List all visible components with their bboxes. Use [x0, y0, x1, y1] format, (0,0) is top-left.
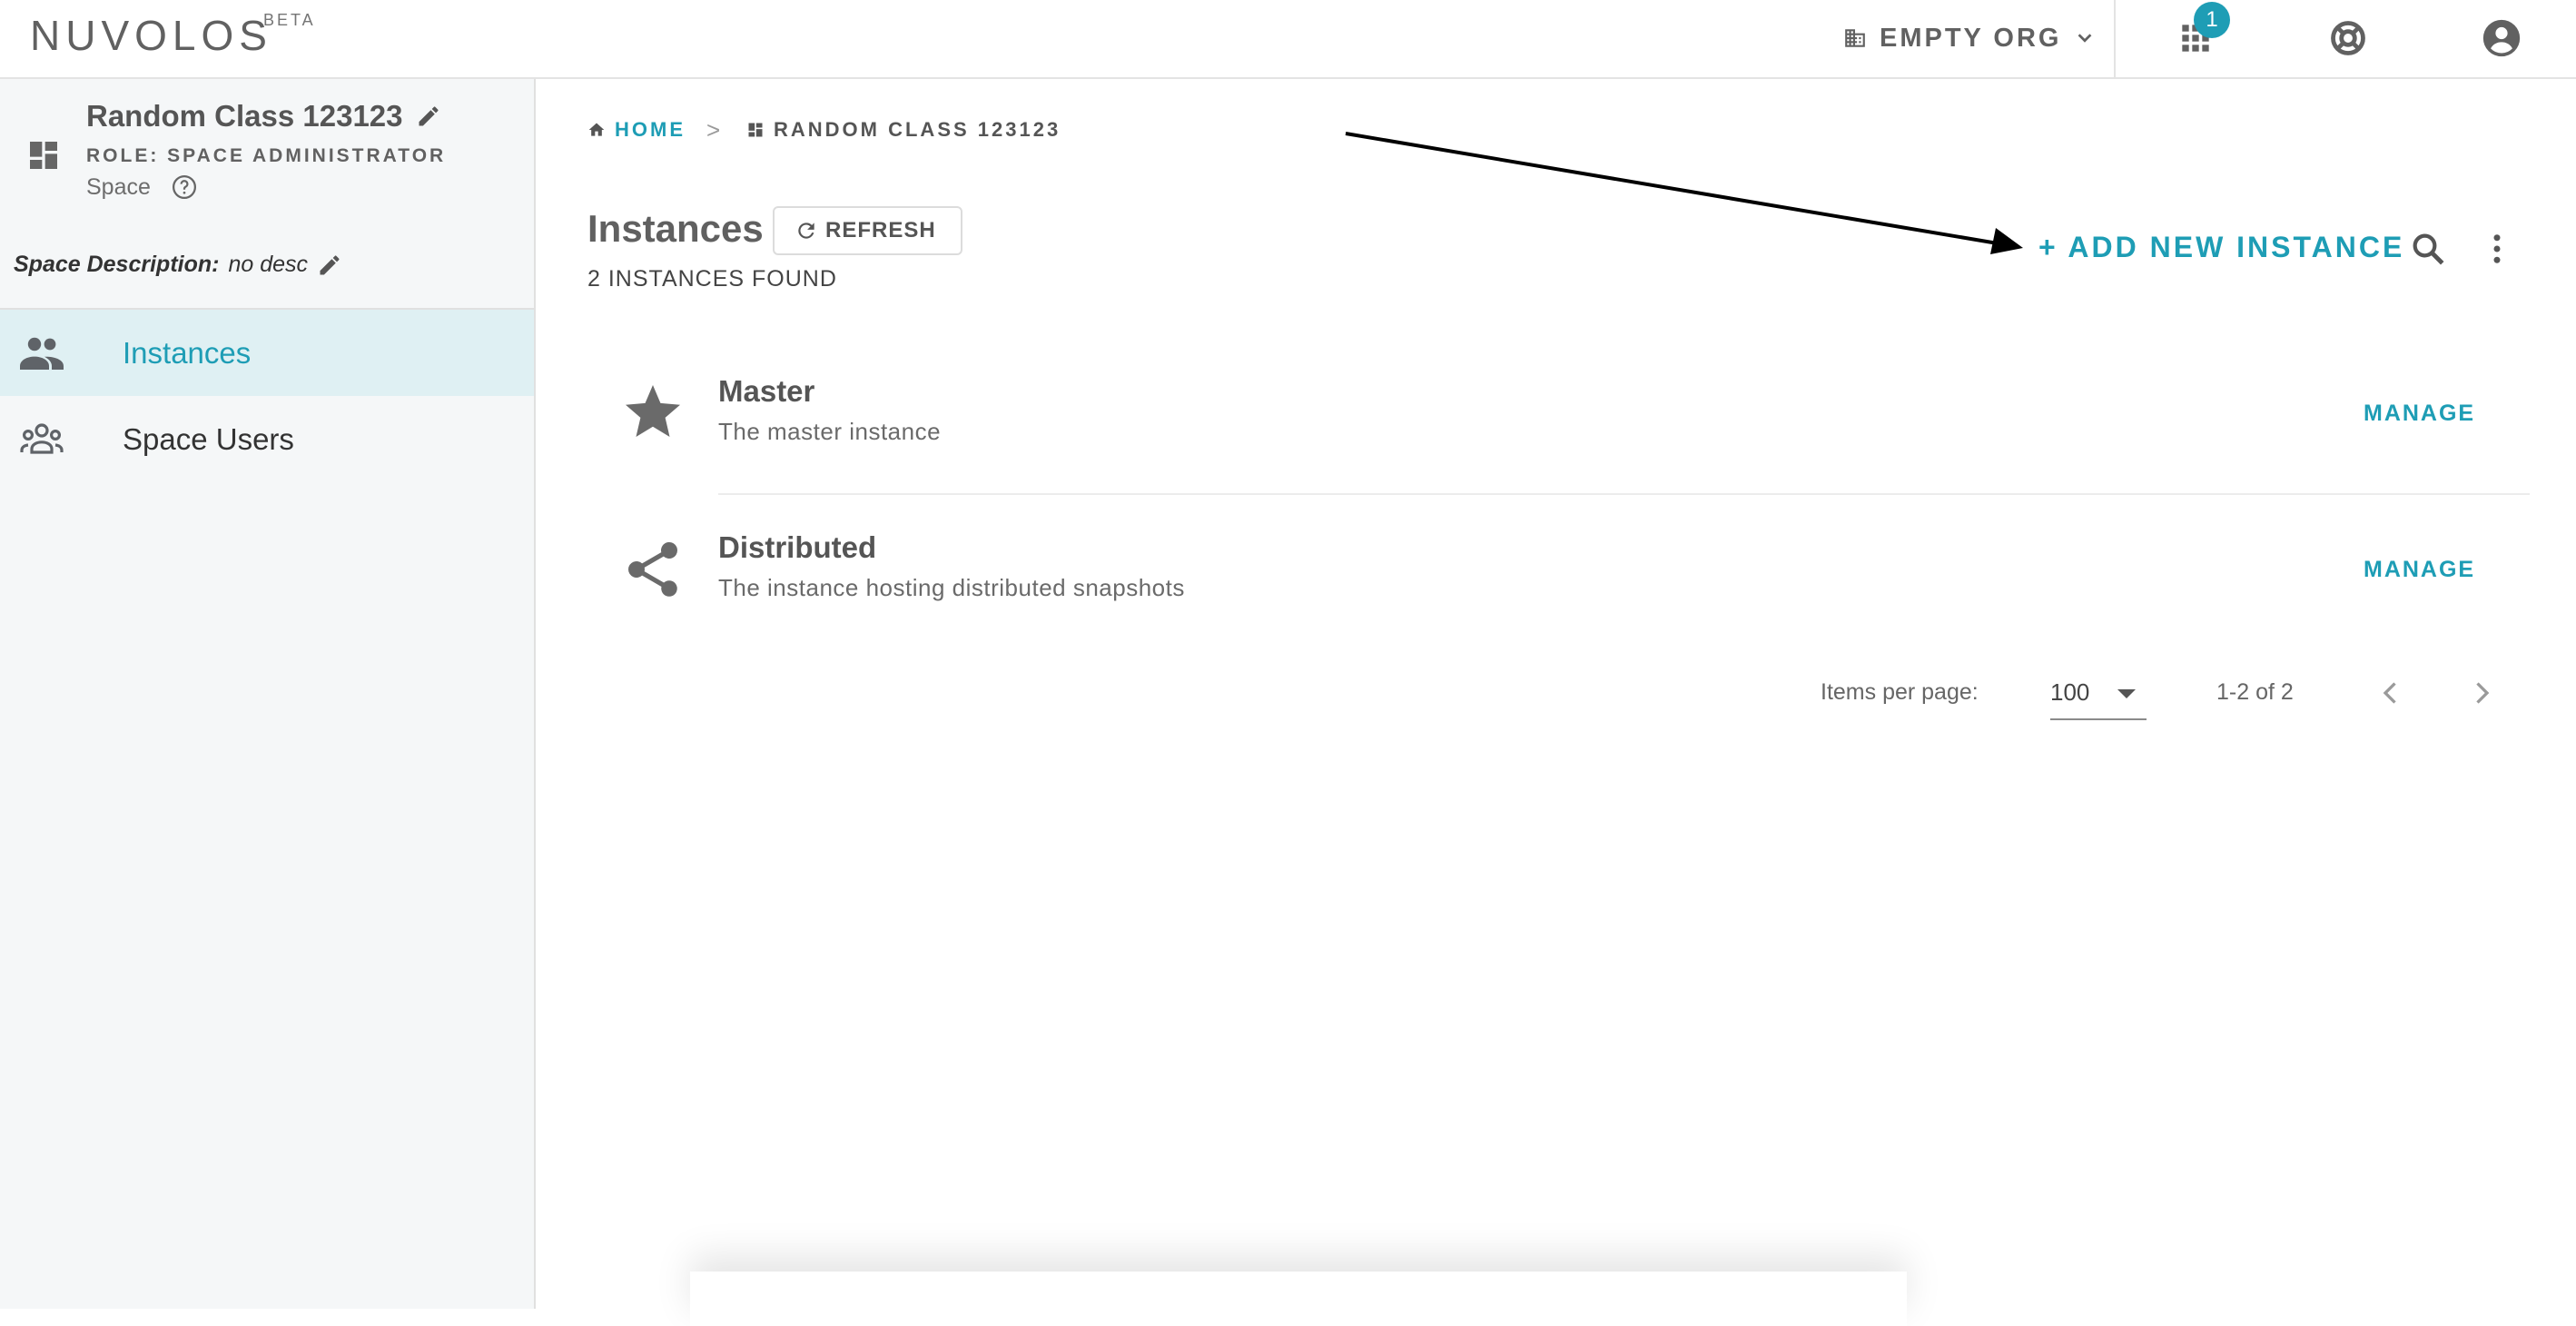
breadcrumb-current: RANDOM CLASS 123123	[746, 118, 1061, 142]
help-circle-icon[interactable]	[171, 173, 198, 201]
items-per-page-value: 100	[2050, 678, 2090, 706]
sidebar-item-label: Instances	[123, 335, 252, 370]
help-support-icon[interactable]	[2328, 18, 2368, 58]
notification-badge: 1	[2194, 2, 2230, 38]
pagination-range: 1-2 of 2	[2216, 679, 2294, 705]
search-icon[interactable]	[2409, 230, 2447, 268]
share-icon	[627, 541, 678, 597]
topbar-divider	[2114, 0, 2116, 79]
row-divider	[718, 493, 2530, 495]
manage-button[interactable]: MANAGE	[2364, 557, 2475, 583]
star-icon	[626, 385, 680, 437]
instance-name: Distributed	[718, 530, 877, 564]
items-per-page-select[interactable]: 100	[2050, 668, 2147, 720]
space-description: Space Description: no desc	[14, 252, 342, 278]
top-bar: NUVOLOS BETA EMPTY ORG 1	[0, 0, 2576, 79]
breadcrumb-separator: >	[706, 116, 721, 143]
refresh-button[interactable]: REFRESH	[773, 206, 962, 255]
account-icon[interactable]	[2482, 18, 2522, 58]
breadcrumb-current-label: RANDOM CLASS 123123	[774, 118, 1061, 141]
instance-description: The master instance	[718, 418, 942, 445]
app-logo[interactable]: NUVOLOS	[30, 11, 272, 60]
edit-description-icon[interactable]	[317, 252, 342, 278]
org-selector[interactable]: EMPTY ORG	[1843, 18, 2095, 58]
edit-icon[interactable]	[416, 104, 441, 129]
manage-button[interactable]: MANAGE	[2364, 401, 2475, 427]
building-icon	[1845, 29, 1865, 47]
next-page-icon[interactable]	[2465, 677, 2498, 709]
org-label: EMPTY ORG	[1880, 23, 2062, 53]
refresh-label: REFRESH	[825, 218, 936, 242]
bottom-panel	[690, 1272, 1907, 1326]
sidebar-item-instances[interactable]: Instances	[0, 310, 534, 396]
space-type: Space	[86, 173, 198, 201]
space-type-label: Space	[86, 173, 151, 200]
space-name: Random Class 123123	[86, 99, 403, 133]
space-title: Random Class 123123	[86, 99, 441, 134]
instance-description: The instance hosting distributed snapsho…	[718, 574, 1185, 601]
more-vert-icon[interactable]	[2478, 230, 2516, 268]
home-icon	[588, 123, 605, 136]
space-description-value: no desc	[228, 252, 309, 277]
sidebar: Random Class 123123 ROLE: SPACE ADMINIST…	[0, 79, 536, 1309]
add-new-instance-button[interactable]: + ADD NEW INSTANCE	[2038, 231, 2404, 264]
space-role: ROLE: SPACE ADMINISTRATOR	[86, 145, 447, 166]
instances-count: 2 INSTANCES FOUND	[587, 266, 837, 292]
dashboard-icon	[30, 142, 57, 169]
instance-name: Master	[718, 374, 815, 408]
sidebar-item-label: Space Users	[123, 421, 294, 456]
chevron-down-icon	[2078, 34, 2091, 43]
previous-page-icon[interactable]	[2374, 677, 2407, 709]
dashboard-icon	[748, 123, 763, 137]
breadcrumb-home-label: HOME	[615, 118, 686, 141]
page-title: Instances	[587, 207, 764, 250]
space-description-label: Space Description:	[14, 252, 220, 277]
groups-icon	[20, 423, 64, 454]
breadcrumb-home[interactable]: HOME	[587, 118, 686, 142]
beta-tag: BETA	[263, 11, 316, 29]
dropdown-caret-icon	[2117, 689, 2136, 698]
sidebar-item-space-users[interactable]: Space Users	[0, 396, 534, 482]
refresh-icon	[798, 223, 814, 239]
items-per-page-label: Items per page:	[1821, 679, 1979, 705]
people-icon	[20, 337, 64, 370]
